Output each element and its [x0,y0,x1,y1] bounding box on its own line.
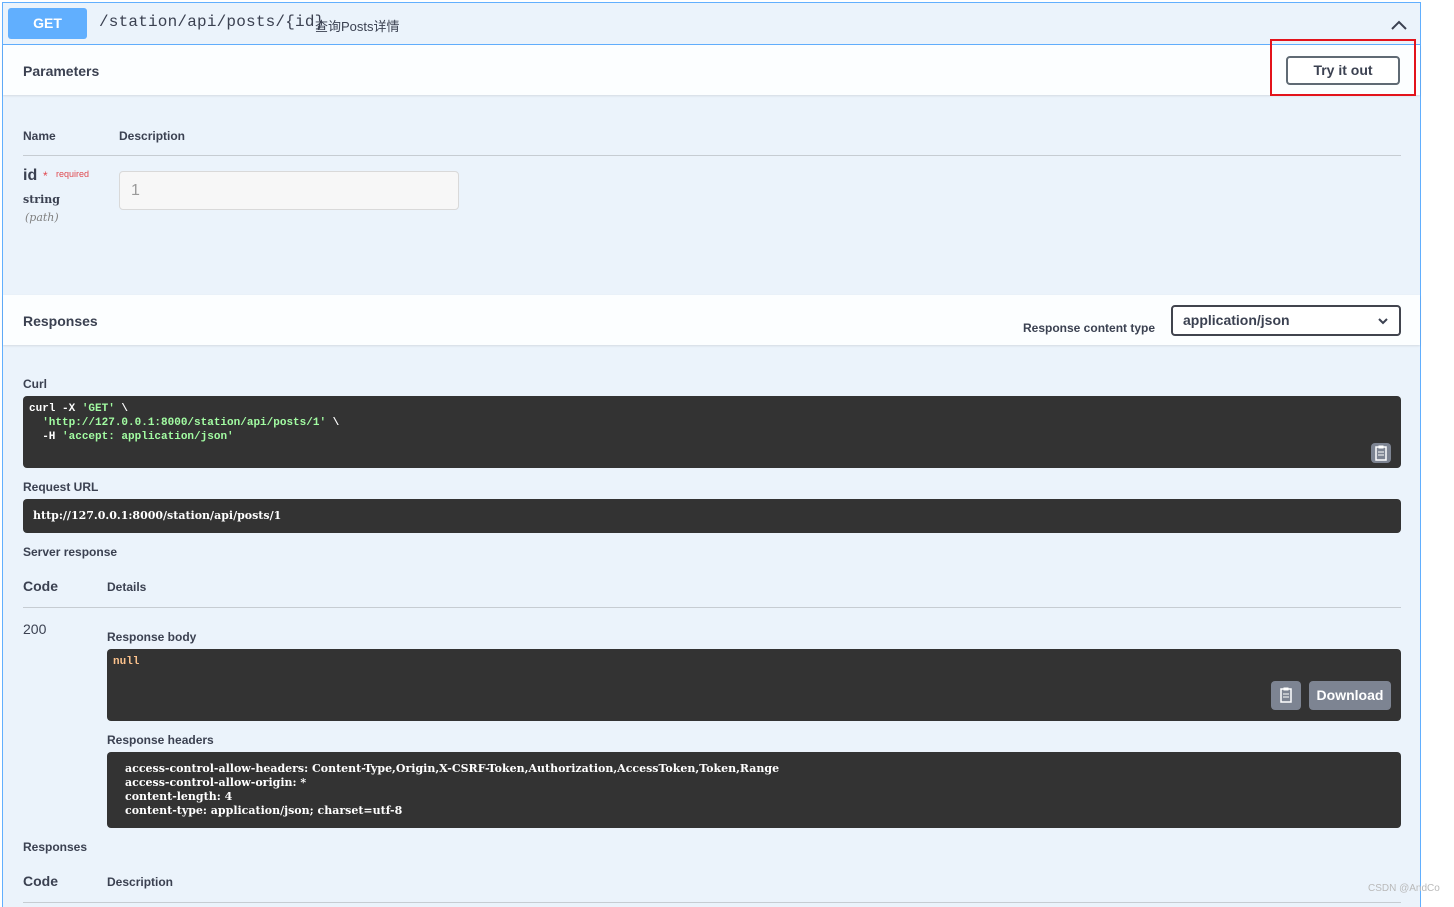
response-headers-list: access-control-allow-headers: Content-Ty… [125,762,779,818]
chevron-up-icon[interactable] [1389,15,1409,35]
param-location: (path) [25,211,59,224]
param-type: string [23,193,60,206]
request-url-block[interactable]: http://127.0.0.1:8000/station/api/posts/… [23,499,1401,533]
request-url-label: Request URL [23,480,99,494]
required-star: * [43,169,48,183]
highlight-box [1270,39,1416,96]
curl-label: Curl [23,377,47,391]
curl-command: curl -X 'GET' \ 'http://127.0.0.1:8000/s… [29,403,340,443]
content-type-value: application/json [1183,312,1290,328]
response-headers-block[interactable]: access-control-allow-headers: Content-Ty… [107,752,1401,828]
param-col-name: Name [23,129,56,143]
operation-block: GET /station/api/posts/{id} 查询Posts详情 Pa… [2,2,1421,907]
response-header-line: content-length: 4 [125,790,233,803]
watermark: CSDN @AndCo [1368,883,1440,894]
param-col-description: Description [119,129,186,143]
response-divider [23,607,1401,608]
parameters-header: Parameters Try it out [3,45,1420,95]
copy-response-button[interactable] [1271,681,1301,710]
responses-col-description: Description [107,875,174,889]
response-headers-label: Response headers [107,733,214,747]
operation-summary[interactable]: GET /station/api/posts/{id} 查询Posts详情 [3,3,1420,45]
clipboard-icon [1375,445,1387,461]
response-status-code: 200 [23,621,47,637]
param-divider [23,155,1401,156]
download-button[interactable]: Download [1309,681,1391,710]
response-col-details: Details [107,580,147,594]
required-label: required [56,169,90,179]
parameters-title: Parameters [23,63,100,79]
curl-code-block[interactable]: curl -X 'GET' \ 'http://127.0.0.1:8000/s… [23,396,1401,468]
request-url-value: http://127.0.0.1:8000/station/api/posts/… [33,509,282,522]
response-body-label: Response body [107,630,197,644]
chevron-down-icon [1378,318,1388,325]
http-method-badge: GET [8,8,87,39]
server-response-label: Server response [23,545,118,559]
response-header-line: access-control-allow-headers: Content-Ty… [125,762,780,775]
content-type-label: Response content type [1023,321,1156,335]
response-body-block[interactable]: null [107,649,1401,721]
clipboard-icon [1280,687,1292,703]
response-header-line: access-control-allow-origin: * [125,776,307,789]
param-name: id [23,167,38,184]
content-type-select[interactable]: application/json [1171,305,1401,336]
response-header-line: content-type: application/json; charset=… [125,804,403,817]
id-input[interactable]: 1 [119,171,459,210]
responses-col-code: Code [23,873,58,889]
responses-table-label: Responses [23,840,88,854]
response-body-value: null [113,656,140,668]
endpoint-path: /station/api/posts/{id} [99,13,325,31]
operation-description: 查询Posts详情 [315,19,400,34]
responses-title: Responses [23,313,98,329]
copy-curl-button[interactable] [1371,443,1391,463]
response-col-code: Code [23,578,58,594]
